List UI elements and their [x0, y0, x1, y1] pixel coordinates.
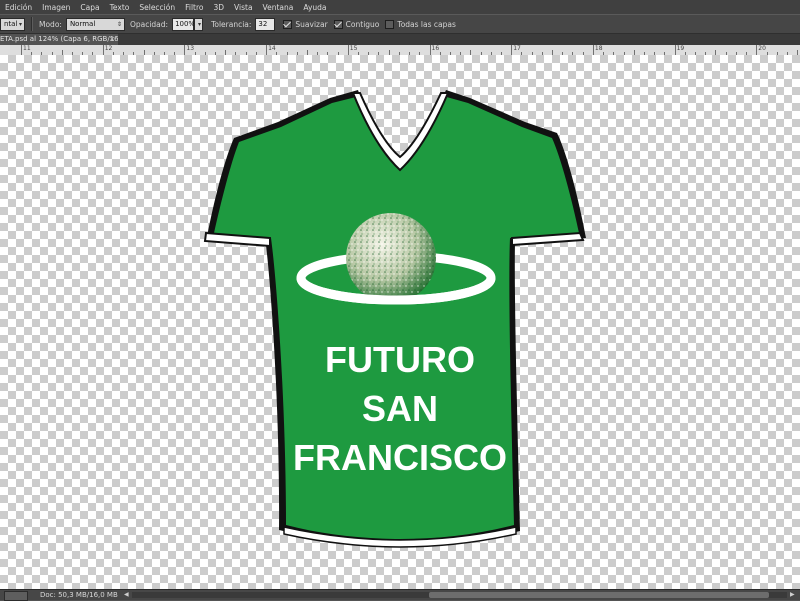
close-icon[interactable]: ×: [109, 34, 115, 45]
ruler-number: 20: [758, 45, 766, 52]
status-doc-size[interactable]: Doc: 50,3 MB/16,0 MB: [40, 590, 118, 600]
tolerance-field[interactable]: 32: [255, 17, 276, 31]
chevron-down-icon: ▾: [198, 20, 202, 28]
ruler-number: 12: [104, 45, 113, 52]
mode-label: Modo:: [39, 19, 62, 29]
shirt-text-line-1: FUTURO: [325, 339, 475, 380]
menu-bar: Edición Imagen Capa Texto Selección Filt…: [0, 0, 800, 14]
tool-preset-select[interactable]: ntal ▾: [0, 17, 25, 31]
document-tab[interactable]: ETA.psd al 124% (Capa 6, RGB/16) * ×: [0, 34, 118, 45]
ruler-number: 17: [513, 45, 521, 52]
menu-capa[interactable]: Capa: [75, 3, 104, 12]
ruler-number: 11: [23, 45, 31, 52]
contiguous-checkbox[interactable]: [333, 19, 343, 29]
smooth-checkbox[interactable]: [283, 19, 293, 29]
chevron-updown-icon: ⇕: [116, 20, 122, 28]
ruler-number: 18: [594, 45, 603, 52]
mode-select[interactable]: Normal ⇕: [65, 17, 125, 31]
menu-vista[interactable]: Vista: [229, 3, 258, 12]
opacity-value: 100%: [175, 19, 196, 28]
tshirt-artwork: [203, 90, 586, 548]
tolerance-label: Tolerancia:: [211, 19, 252, 29]
menu-filtro[interactable]: Filtro: [180, 3, 208, 12]
document-canvas[interactable]: FUTURO SAN FRANCISCO: [0, 55, 800, 589]
horizontal-scrollbar[interactable]: [132, 592, 787, 598]
ruler-number: 16: [431, 45, 440, 52]
ruler-number: 13: [186, 45, 195, 52]
chevron-down-icon: ▾: [18, 20, 22, 28]
ruler-number: 19: [676, 45, 685, 52]
menu-ventana[interactable]: Ventana: [258, 3, 299, 12]
opacity-label: Opacidad:: [129, 19, 169, 29]
menu-edicion[interactable]: Edición: [0, 3, 37, 12]
mode-value: Normal: [69, 19, 96, 28]
tolerance-value: 32: [258, 19, 268, 28]
menu-texto[interactable]: Texto: [105, 3, 135, 12]
options-separator: [31, 17, 33, 31]
contiguous-label: Contiguo: [345, 19, 380, 29]
smooth-label: Suavizar: [295, 19, 328, 29]
status-bar: Doc: 50,3 MB/16,0 MB ◀ ▶: [0, 589, 800, 601]
menu-seleccion[interactable]: Selección: [134, 3, 180, 12]
ruler-number: 15: [349, 45, 358, 52]
all-layers-label: Todas las capas: [397, 19, 456, 29]
scrollbar-thumb[interactable]: [429, 592, 769, 598]
options-bar: ntal ▾ Modo: Normal ⇕ Opacidad: 100% ▾ T…: [0, 14, 800, 34]
document-tab-bar: ETA.psd al 124% (Capa 6, RGB/16) * ×: [0, 34, 800, 45]
document-tab-title: ETA.psd al 124% (Capa 6, RGB/16) *: [0, 35, 118, 43]
planet-texture: [346, 213, 436, 303]
scroll-left-arrow-icon[interactable]: ◀: [124, 591, 129, 599]
shirt-text-line-2: SAN: [361, 388, 438, 429]
all-layers-checkbox[interactable]: [385, 19, 395, 29]
shirt-text-line-3: FRANCISCO: [293, 437, 507, 478]
menu-ayuda[interactable]: Ayuda: [298, 3, 331, 12]
tool-preset-value: ntal: [4, 19, 18, 28]
opacity-dropdown-button[interactable]: ▾: [194, 17, 204, 31]
menu-imagen[interactable]: Imagen: [37, 3, 75, 12]
ruler-number: 14: [268, 45, 276, 52]
opacity-field[interactable]: 100%: [172, 17, 196, 31]
scroll-right-arrow-icon[interactable]: ▶: [790, 591, 795, 599]
menu-3d[interactable]: 3D: [209, 3, 230, 12]
